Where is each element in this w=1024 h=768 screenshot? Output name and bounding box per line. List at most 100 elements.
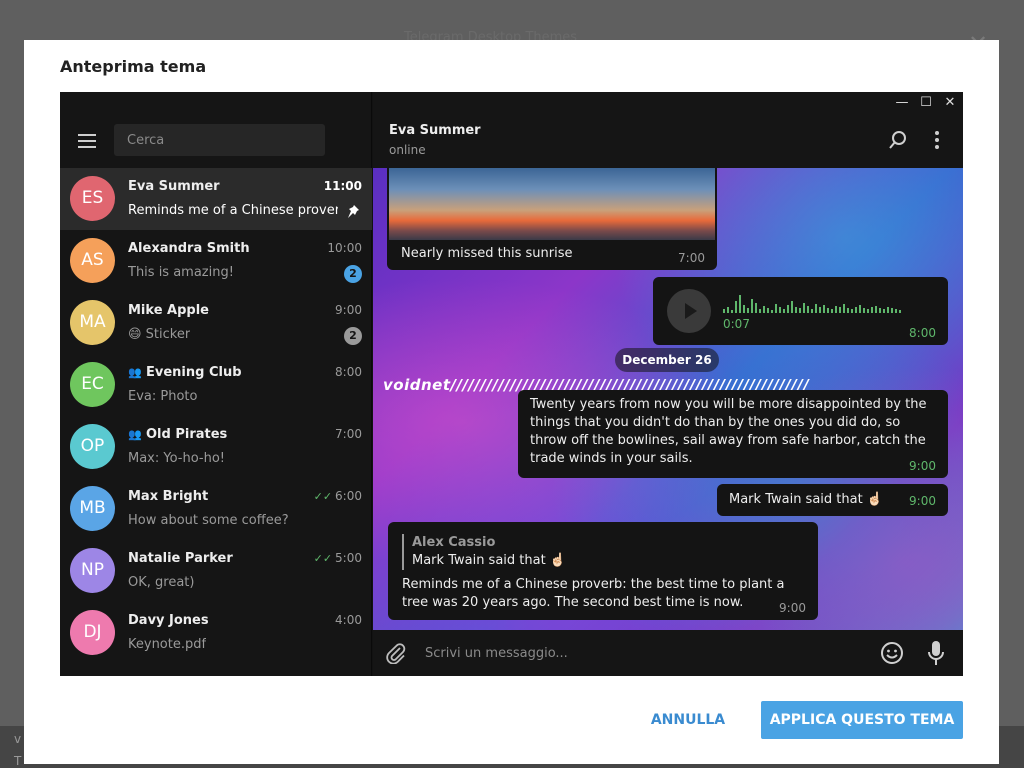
voice-waveform[interactable] (723, 291, 933, 313)
waveform-bar (799, 308, 801, 313)
chat-name-text: Old Pirates (146, 427, 228, 442)
play-icon[interactable] (667, 289, 711, 333)
background-footer-text: v T (14, 732, 22, 768)
chat-messages-area[interactable]: voidnet/////////////////////////////////… (373, 168, 963, 630)
outgoing-message[interactable]: Twenty years from now you will be more d… (518, 390, 948, 478)
sunrise-photo[interactable] (389, 168, 715, 240)
chat-header: Eva Summer online (373, 92, 963, 168)
minimize-icon[interactable]: — (892, 95, 912, 110)
menu-icon[interactable] (78, 134, 96, 148)
maximize-icon[interactable]: ☐ (916, 95, 936, 110)
waveform-bar (739, 295, 741, 313)
photo-message[interactable]: Nearly missed this sunrise 7:00 (387, 168, 717, 270)
chat-list-item[interactable]: MB Max Bright ✓✓ 6:00 How about some coffee? (60, 478, 372, 540)
waveform-bar (755, 303, 757, 313)
message-time: 9:00 (909, 459, 936, 473)
waveform-bar (847, 308, 849, 313)
chat-preview: This is amazing! (128, 265, 234, 280)
chat-list-item[interactable]: NP Natalie Parker ✓✓ 5:00 OK, great) (60, 540, 372, 602)
cancel-button[interactable]: ANNULLA (638, 701, 738, 739)
chat-time-text: 8:00 (335, 365, 362, 379)
waveform-bar (771, 310, 773, 313)
message-input[interactable] (425, 638, 845, 668)
mic-icon[interactable] (928, 640, 944, 666)
chat-preview: Max: Yo-ho-ho! (128, 451, 226, 466)
message-time: 9:00 (909, 494, 936, 508)
message-text: Mark Twain said that ☝🏻 (729, 492, 884, 507)
chat-time-text: 6:00 (335, 489, 362, 503)
waveform-bar (855, 307, 857, 313)
unread-badge: 2 (344, 265, 362, 283)
chat-name-text: Eva Summer (128, 179, 220, 194)
avatar: EC (70, 362, 115, 407)
chat-list-item[interactable]: OP 👥 Old Pirates 7:00 Max: Yo-ho-ho! (60, 416, 372, 478)
more-icon[interactable] (934, 130, 940, 150)
chat-time-text: 4:00 (335, 613, 362, 627)
reply-quote[interactable]: Alex Cassio Mark Twain said that ☝🏻 (402, 534, 804, 570)
waveform-bar (795, 307, 797, 313)
chat-list-item[interactable]: EC 👥 Evening Club 8:00 Eva: Photo (60, 354, 372, 416)
waveform-bar (767, 308, 769, 313)
outgoing-message[interactable]: Mark Twain said that ☝🏻 9:00 (717, 484, 948, 516)
waveform-bar (835, 306, 837, 313)
waveform-bar (863, 308, 865, 313)
voice-message[interactable]: 0:07 8:00 (653, 277, 948, 345)
chat-name-text: Mike Apple (128, 303, 209, 318)
close-icon[interactable]: ✕ (940, 95, 960, 110)
chat-time-text: 11:00 (323, 179, 362, 193)
chat-peer-name[interactable]: Eva Summer (389, 123, 481, 138)
chat-preview: How about some coffee? (128, 513, 289, 528)
waveform-bar (747, 308, 749, 313)
waveform-bar (811, 309, 813, 313)
waveform-bar (751, 299, 753, 313)
search-input[interactable] (114, 124, 325, 156)
avatar: MB (70, 486, 115, 531)
waveform-bar (859, 305, 861, 313)
chat-name-text: Davy Jones (128, 613, 209, 628)
avatar: ES (70, 176, 115, 221)
chat-name-text: Evening Club (146, 365, 242, 380)
message-time: 7:00 (678, 251, 705, 265)
waveform-bar (839, 307, 841, 313)
chat-time: 11:00 (324, 179, 362, 193)
waveform-bar (735, 301, 737, 313)
chat-preview: Keynote.pdf (128, 637, 207, 652)
reply-author: Alex Cassio (412, 535, 496, 550)
chat-name-text: Max Bright (128, 489, 209, 504)
chat-list-item[interactable]: MA Mike Apple 9:00 😄 Sticker 2 (60, 292, 372, 354)
avatar: AS (70, 238, 115, 283)
waveform-bar (775, 304, 777, 313)
waveform-bar (899, 310, 901, 313)
chat-preview: Eva: Photo (128, 389, 198, 404)
incoming-reply-message[interactable]: Alex Cassio Mark Twain said that ☝🏻 Remi… (388, 522, 818, 620)
unread-badge: 2 (344, 327, 362, 345)
waveform-bar (819, 307, 821, 313)
emoji-icon[interactable] (880, 641, 904, 665)
chat-list-item[interactable]: ES Eva Summer 11:00 Reminds me of a Chinese… (60, 168, 372, 230)
chat-time-text: 10:00 (327, 241, 362, 255)
chat-time-text: 9:00 (335, 303, 362, 317)
group-icon: 👥 (128, 366, 142, 379)
attach-icon[interactable] (385, 642, 407, 664)
chat-name: Eva Summer (128, 179, 220, 194)
waveform-bar (731, 310, 733, 313)
waveform-bar (879, 308, 881, 313)
chat-time: 9:00 (335, 303, 362, 317)
chat-name: Mike Apple (128, 303, 209, 318)
waveform-bar (875, 306, 877, 313)
apply-theme-button[interactable]: APPLICA QUESTO TEMA (761, 701, 963, 739)
message-text: Reminds me of a Chinese proverb: the bes… (402, 577, 785, 610)
chat-name: Alexandra Smith (128, 241, 250, 256)
waveform-bar (803, 303, 805, 313)
waveform-bar (883, 309, 885, 313)
reply-quoted-text: Mark Twain said that ☝🏻 (412, 553, 567, 568)
chat-name-text: Alexandra Smith (128, 241, 250, 256)
waveform-bar (891, 308, 893, 313)
waveform-bar (823, 305, 825, 313)
search-icon[interactable] (888, 130, 908, 150)
chat-list-item[interactable]: AS Alexandra Smith 10:00 This is amazing! 2 (60, 230, 372, 292)
message-text: Twenty years from now you will be more d… (530, 397, 927, 466)
avatar: DJ (70, 610, 115, 655)
chat-list-item[interactable]: DJ Davy Jones 4:00 Keynote.pdf (60, 602, 372, 664)
waveform-bar (727, 307, 729, 313)
